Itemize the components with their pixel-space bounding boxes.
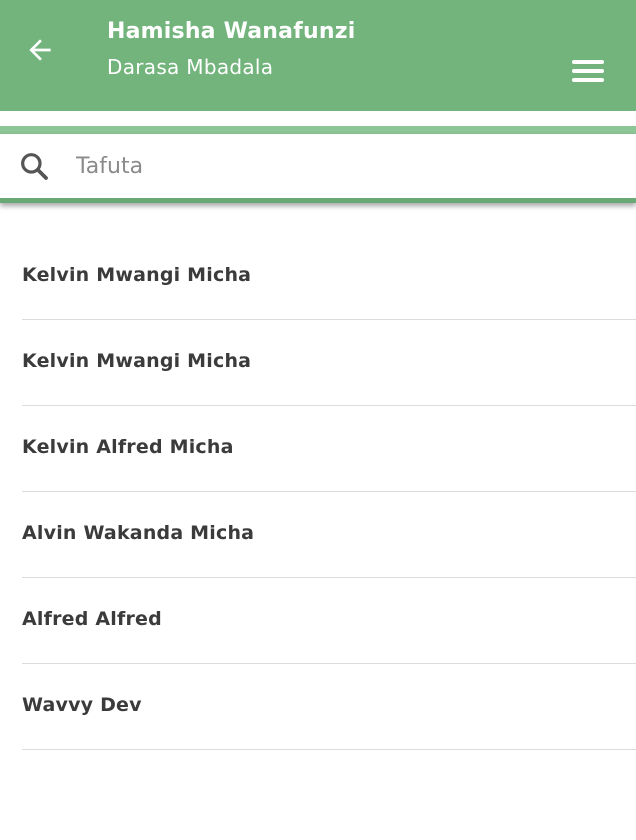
search-bar — [0, 134, 636, 203]
student-name: Kelvin Mwangi Micha — [22, 264, 252, 286]
arrow-left-icon — [29, 39, 51, 61]
header-divider — [0, 126, 636, 134]
student-name: Alfred Alfred — [22, 608, 162, 630]
student-row[interactable]: Wavvy Dev — [22, 664, 636, 750]
search-icon — [21, 153, 48, 180]
student-row[interactable]: Alvin Wakanda Micha — [22, 492, 636, 578]
student-row[interactable]: Kelvin Mwangi Micha — [22, 234, 636, 320]
back-button[interactable] — [20, 30, 60, 70]
student-row[interactable]: Alfred Alfred — [22, 578, 636, 664]
student-row[interactable]: Kelvin Mwangi Micha — [22, 320, 636, 406]
menu-button[interactable] — [566, 52, 610, 90]
hamburger-menu-icon — [572, 60, 604, 82]
page-subtitle: Darasa Mbadala — [107, 55, 274, 79]
student-list: Kelvin Mwangi Micha Kelvin Mwangi Micha … — [22, 234, 636, 750]
page-title: Hamisha Wanafunzi — [107, 19, 356, 44]
student-name: Wavvy Dev — [22, 694, 142, 716]
student-name: Alvin Wakanda Micha — [22, 522, 255, 544]
student-name: Kelvin Alfred Micha — [22, 436, 234, 458]
student-name: Kelvin Mwangi Micha — [22, 350, 252, 372]
search-input[interactable] — [76, 146, 616, 186]
app-bar: Hamisha Wanafunzi Darasa Mbadala — [0, 0, 636, 111]
student-row[interactable]: Kelvin Alfred Micha — [22, 406, 636, 492]
